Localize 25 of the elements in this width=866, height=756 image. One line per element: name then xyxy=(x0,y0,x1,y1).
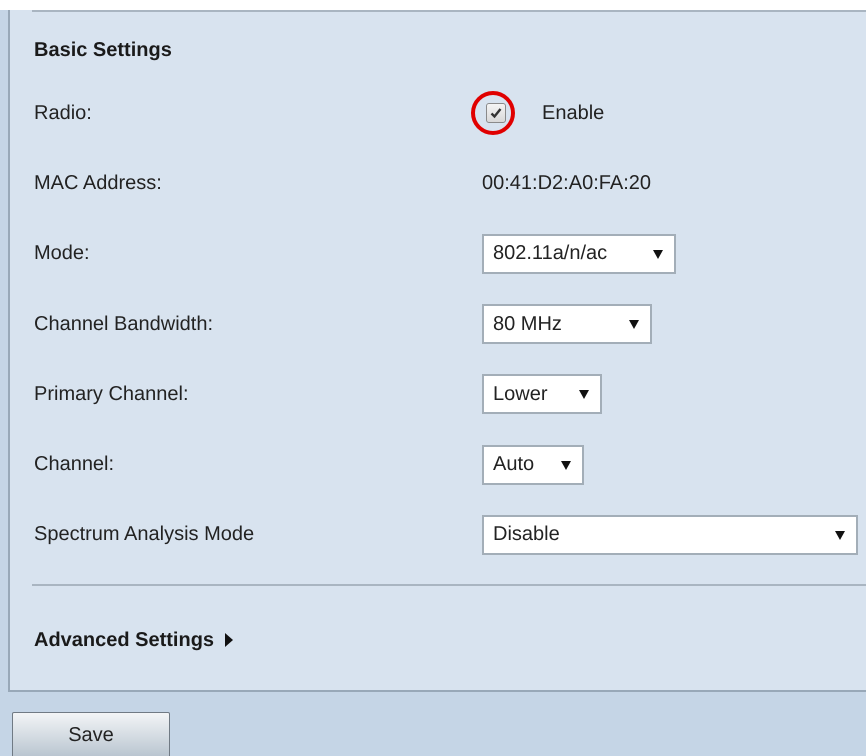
enable-checkbox[interactable] xyxy=(486,103,506,124)
expand-arrow-icon xyxy=(224,633,234,647)
section-title: Basic Settings xyxy=(33,38,173,62)
field-label: Radio: xyxy=(34,102,93,125)
select-field[interactable]: 80 MHz xyxy=(482,304,652,344)
save-button[interactable]: Save xyxy=(12,712,170,756)
caret-icon xyxy=(578,388,590,400)
field-label: Channel: xyxy=(34,453,116,476)
select-field[interactable]: Lower xyxy=(482,374,602,414)
checkmark-icon xyxy=(490,107,502,120)
caret-icon xyxy=(560,458,572,471)
select-field[interactable]: Disable xyxy=(482,514,858,555)
field-label: Primary Channel: xyxy=(34,382,190,406)
field-label: Mode: xyxy=(34,242,91,266)
mac-address-value: 00:41:D2:A0:FA:20 xyxy=(482,172,652,195)
field-label: Spectrum Analysis Mode xyxy=(34,523,256,546)
caret-icon xyxy=(834,528,846,541)
checkbox-label: Enable xyxy=(542,102,604,125)
caret-icon xyxy=(652,248,664,260)
advanced-settings-toggle[interactable]: Advanced Settings xyxy=(34,628,234,652)
caret-icon xyxy=(628,318,640,330)
field-label: Channel Bandwidth: xyxy=(34,312,214,336)
select-field[interactable]: Auto xyxy=(482,444,584,485)
field-label: MAC Address: xyxy=(34,172,163,195)
select-field[interactable]: 802.11a/n/ac xyxy=(482,234,676,274)
